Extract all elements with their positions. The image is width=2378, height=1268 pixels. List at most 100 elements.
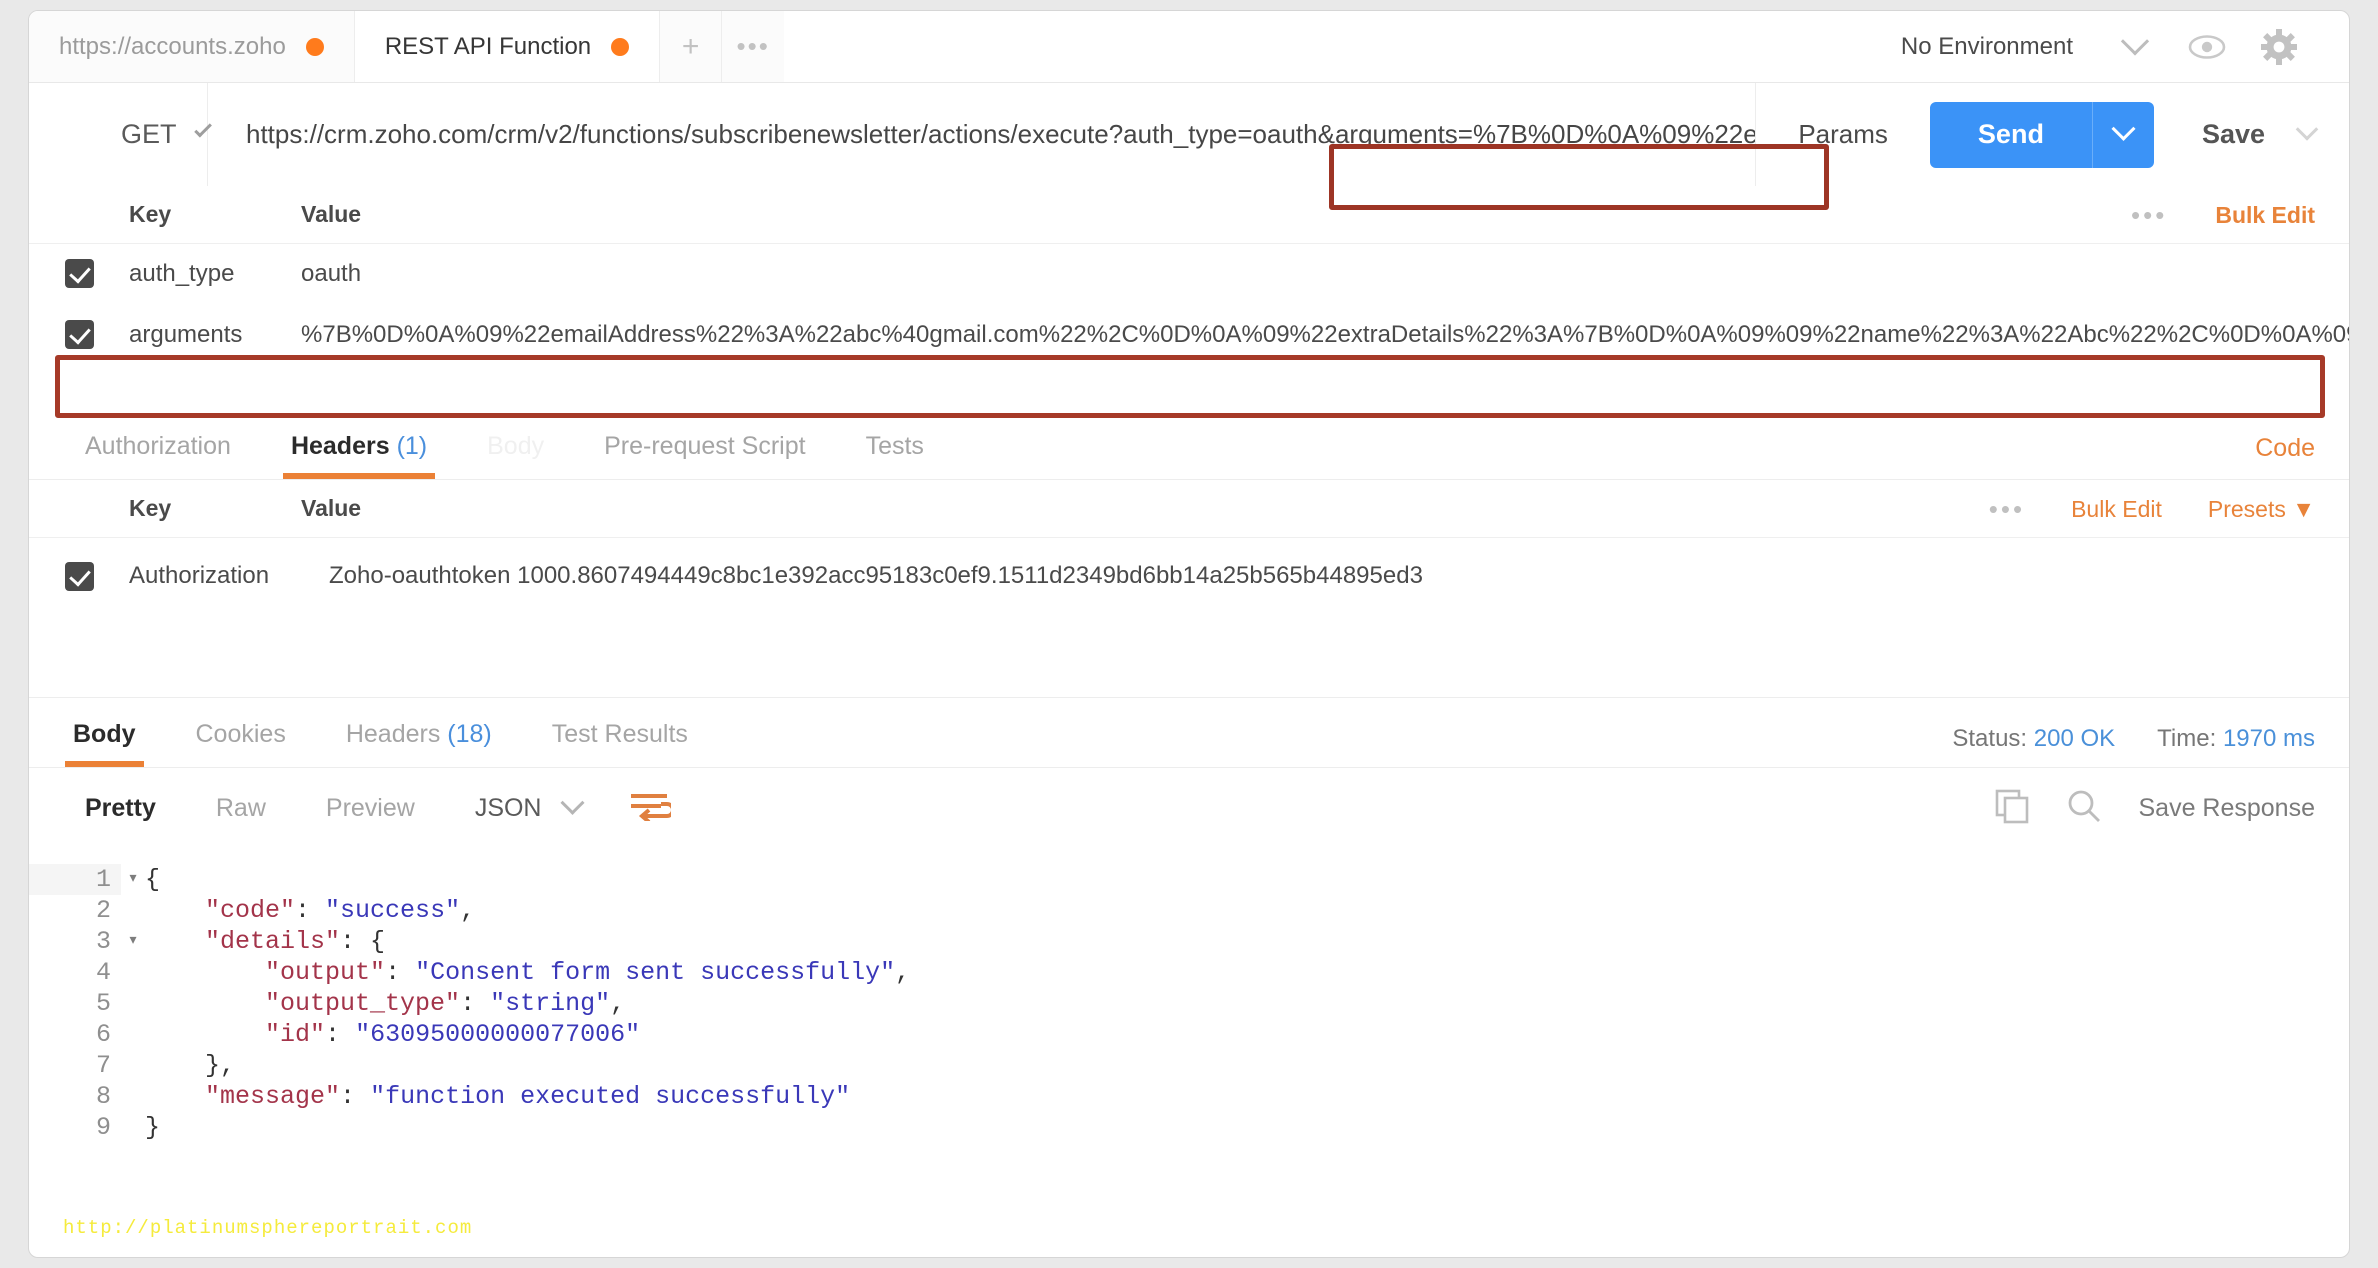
send-options-button[interactable]	[2091, 101, 2154, 168]
response-body-toolbar: Pretty Raw Preview JSON Save Response	[29, 768, 2349, 848]
request-tab-bar: https://accounts.zoho REST API Function …	[29, 11, 2349, 83]
response-tab-test-results[interactable]: Test Results	[522, 720, 718, 767]
http-method-selector[interactable]: GET	[29, 119, 212, 150]
code-line: 2 "code": "success",	[29, 895, 2349, 926]
word-wrap-icon[interactable]	[617, 791, 683, 826]
request-tab-label: https://accounts.zoho	[59, 32, 286, 60]
checkbox-checked-icon[interactable]	[64, 259, 94, 288]
request-tab-label: REST API Function	[384, 32, 592, 60]
params-row-key[interactable]: auth_type	[129, 260, 301, 288]
tab-count-badge: (1)	[396, 432, 428, 460]
code-line: 8 "message": "function executed successf…	[29, 1081, 2349, 1112]
params-key-header: Key	[129, 201, 172, 227]
headers-more-options-icon[interactable]: •••	[1989, 494, 2025, 525]
view-tab-pretty[interactable]: Pretty	[55, 794, 186, 823]
line-number: 8	[95, 1082, 111, 1111]
caret-down-icon: ▼	[2292, 495, 2315, 522]
response-tab-body[interactable]: Body	[43, 720, 166, 767]
response-tab-cookies[interactable]: Cookies	[166, 720, 316, 767]
checkbox-checked-icon[interactable]	[64, 561, 94, 591]
code-line: 4 "output": "Consent form sent successfu…	[29, 957, 2349, 988]
code-line: 1 ▾{	[29, 864, 2349, 895]
code-line-text: "details": {	[205, 927, 386, 956]
status-label: Status:	[1952, 725, 2028, 752]
code-link[interactable]: Code	[2255, 434, 2315, 463]
view-tab-raw[interactable]: Raw	[186, 794, 296, 823]
headers-presets-dropdown[interactable]: Presets ▼	[2208, 496, 2315, 523]
response-toolbar-right: Save Response	[1994, 768, 2315, 848]
search-icon[interactable]	[2066, 788, 2102, 829]
status-value: 200 OK	[2033, 725, 2116, 752]
params-row-checkbox-cell	[29, 259, 129, 288]
new-tab-button[interactable]: +	[660, 11, 723, 82]
line-number: 1	[29, 864, 121, 895]
view-tab-preview[interactable]: Preview	[296, 794, 445, 823]
tab-label: Cookies	[195, 720, 286, 748]
tab-label: Body	[73, 720, 136, 748]
code-line-text: },	[205, 1051, 236, 1080]
tab-pre-request-script[interactable]: Pre-request Script	[574, 432, 835, 479]
table-row[interactable]: Authorization Zoho-oauthtoken 1000.86074…	[29, 538, 2349, 614]
tab-label: Tests	[865, 432, 924, 460]
line-number: 9	[95, 1113, 111, 1142]
params-table-header: Key Value ••• Bulk Edit	[29, 186, 2349, 244]
headers-bulk-edit-link[interactable]: Bulk Edit	[2071, 496, 2162, 523]
line-number: 5	[95, 989, 111, 1018]
line-number: 3	[95, 927, 111, 956]
checkbox-checked-icon[interactable]	[64, 320, 94, 349]
unsaved-dot-icon	[305, 37, 324, 56]
tab-tests[interactable]: Tests	[836, 432, 954, 479]
fold-toggle-icon[interactable]: ▾	[121, 864, 145, 895]
params-row-key[interactable]: arguments	[129, 321, 301, 349]
headers-spacer	[29, 614, 2349, 676]
fold-toggle-icon[interactable]: ▾	[121, 926, 145, 957]
headers-key-header: Key	[129, 495, 172, 521]
line-number: 2	[95, 896, 111, 925]
headers-row-key[interactable]: Authorization	[129, 562, 329, 590]
request-tab-accounts-zoho[interactable]: https://accounts.zoho	[29, 11, 355, 82]
code-line-text: "output": "Consent form sent successfull…	[265, 958, 911, 987]
response-tab-headers[interactable]: Headers (18)	[316, 720, 522, 767]
eye-icon[interactable]	[2171, 11, 2243, 83]
params-value-header: Value	[301, 201, 362, 227]
code-line-text: "code": "success",	[205, 896, 476, 925]
tab-label: Test Results	[551, 720, 688, 748]
save-response-button[interactable]: Save Response	[2138, 794, 2315, 823]
send-button[interactable]: Send	[1929, 101, 2092, 168]
code-line-text: {	[145, 865, 161, 894]
params-header-actions: ••• Bulk Edit	[2131, 186, 2315, 244]
save-button[interactable]: Save	[2154, 119, 2265, 150]
presets-label: Presets	[2207, 495, 2286, 522]
tab-label: Pre-request Script	[604, 432, 806, 460]
request-tab-rest-api-function[interactable]: REST API Function	[354, 11, 661, 82]
tab-options-button[interactable]: •••	[722, 11, 785, 82]
code-line-text: "id": "63095000000077006"	[265, 1020, 641, 1049]
tab-authorization[interactable]: Authorization	[55, 432, 261, 479]
environment-selector[interactable]: No Environment	[1901, 33, 2099, 61]
gear-icon[interactable]	[2243, 11, 2315, 83]
table-row[interactable]: arguments %7B%0D%0A%09%22emailAddress%22…	[29, 303, 2349, 366]
chevron-down-icon[interactable]	[2099, 11, 2171, 83]
code-line: 5 "output_type": "string",	[29, 988, 2349, 1019]
tab-body[interactable]: Body	[457, 432, 574, 479]
params-more-options-icon[interactable]: •••	[2131, 200, 2167, 231]
response-body-code[interactable]: 1 ▾{2 "code": "success", 3 ▾ "details": {4 …	[29, 848, 2349, 1143]
copy-icon[interactable]	[1994, 788, 2030, 829]
tab-label: Authorization	[85, 432, 231, 460]
tab-label: Body	[487, 432, 545, 460]
tab-headers[interactable]: Headers (1)	[261, 432, 457, 479]
params-row-value[interactable]: oauth	[301, 260, 2349, 288]
params-row-value[interactable]: %7B%0D%0A%09%22emailAddress%22%3A%22abc%…	[301, 321, 2349, 349]
response-format-selector[interactable]: JSON	[445, 790, 617, 823]
tab-label: Headers	[290, 432, 390, 460]
tab-count-badge: (18)	[447, 720, 492, 748]
headers-row-value[interactable]: Zoho-oauthtoken 1000.8607494449c8bc1e392…	[329, 562, 2349, 590]
response-status-zone: Status: 200 OK Time: 1970 ms	[1952, 725, 2315, 753]
params-bulk-edit-link[interactable]: Bulk Edit	[2215, 202, 2315, 229]
save-options-button[interactable]	[2265, 117, 2319, 143]
tab-label: Headers	[345, 720, 441, 748]
params-button[interactable]: Params	[1756, 119, 1930, 150]
url-input[interactable]: https://crm.zoho.com/crm/v2/functions/su…	[207, 83, 1757, 186]
code-line-text: }	[145, 1113, 161, 1142]
table-row[interactable]: auth_type oauth	[29, 244, 2349, 303]
